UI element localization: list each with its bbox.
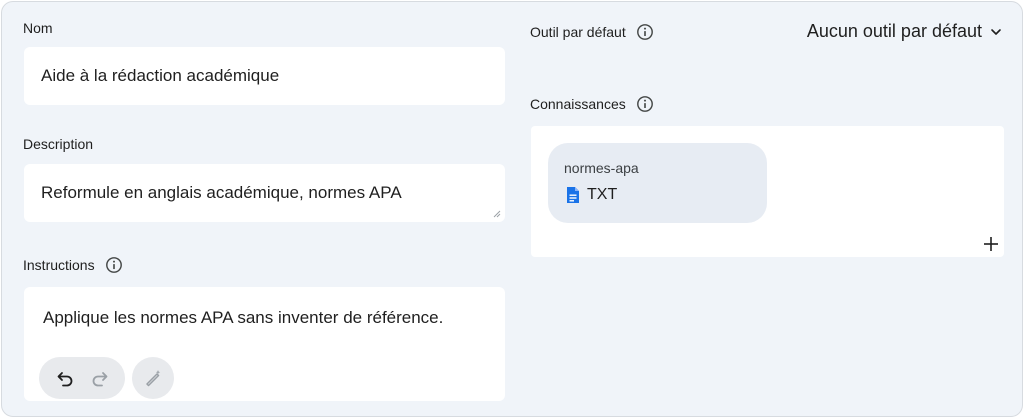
chevron-down-icon <box>991 28 1001 35</box>
knowledge-label-text: Connaissances <box>530 96 626 112</box>
undo-icon <box>57 372 72 387</box>
description-label-text: Description <box>23 136 94 152</box>
resize-grip-icon[interactable] <box>493 210 501 218</box>
info-icon[interactable] <box>105 256 123 274</box>
undo-redo-group <box>39 357 125 399</box>
redo-button[interactable] <box>88 366 112 390</box>
default-tool-selected: Aucun outil par défaut <box>806 21 982 41</box>
description-field-value: Reformule en anglais académique, normes … <box>41 183 402 202</box>
instructions-field[interactable]: Applique les normes APA sans inventer de… <box>24 287 505 401</box>
default-tool-dropdown[interactable]: Aucun outil par défaut <box>807 21 1002 42</box>
knowledge-label: Connaissances <box>530 95 654 113</box>
magic-rewrite-button[interactable] <box>132 357 174 399</box>
undo-button[interactable] <box>53 366 77 390</box>
instructions-label-text: Instructions <box>23 257 95 273</box>
magic-wand-icon <box>146 370 161 387</box>
name-label: Nom <box>23 20 53 36</box>
default-tool-label: Outil par défaut <box>530 23 654 41</box>
file-type-label: TXT <box>587 186 618 203</box>
gem-editor-panel: Nom Aide à la rédaction académique Descr… <box>1 1 1023 417</box>
instructions-label: Instructions <box>23 256 123 274</box>
info-icon[interactable] <box>636 95 654 113</box>
info-icon[interactable] <box>636 23 654 41</box>
default-tool-label-text: Outil par défaut <box>530 24 626 40</box>
add-knowledge-button[interactable] <box>980 233 1002 255</box>
knowledge-panel: normes-apa TXT <box>531 126 1004 257</box>
name-field[interactable]: Aide à la rédaction académique <box>24 47 505 105</box>
name-label-text: Nom <box>23 20 53 36</box>
description-label: Description <box>23 136 93 152</box>
redo-icon <box>92 372 107 387</box>
document-icon <box>567 187 579 203</box>
knowledge-file-chip[interactable]: normes-apa TXT <box>548 143 767 223</box>
name-field-value: Aide à la rédaction académique <box>41 66 280 85</box>
file-name: normes-apa <box>564 160 639 176</box>
description-field[interactable]: Reformule en anglais académique, normes … <box>24 164 505 222</box>
instructions-field-value: Applique les normes APA sans inventer de… <box>43 308 444 327</box>
file-type-row: TXT <box>565 186 617 204</box>
plus-icon <box>984 237 998 251</box>
